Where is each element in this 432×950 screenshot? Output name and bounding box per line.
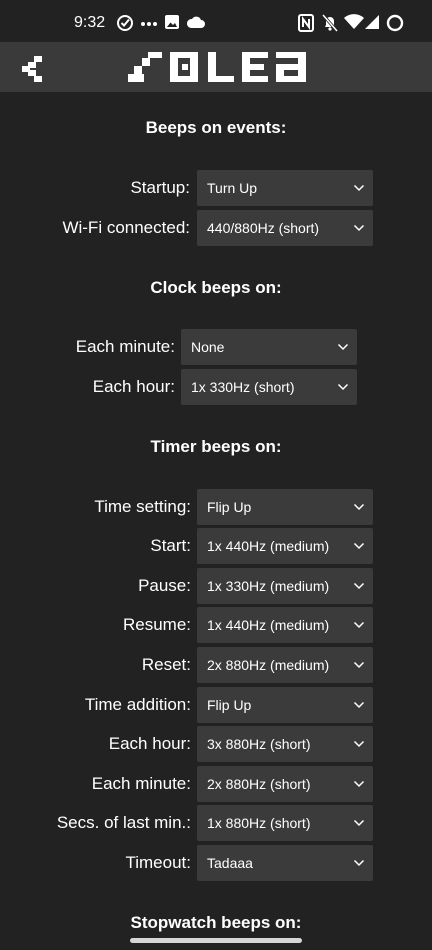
row-label: Time setting: bbox=[94, 497, 191, 516]
setting-row-start: Start: 1x 440Hz (medium) bbox=[0, 528, 432, 564]
timeout-select[interactable]: Tadaaa bbox=[197, 845, 373, 881]
section-title-clock: Clock beeps on: bbox=[150, 278, 282, 297]
select-value: 1x 330Hz (short) bbox=[191, 379, 295, 395]
back-chevron-icon[interactable] bbox=[18, 50, 58, 86]
row-label: Resume: bbox=[122, 615, 191, 634]
clock-each-hour-select[interactable]: 1x 330Hz (short) bbox=[181, 369, 357, 405]
row-label: Startup: bbox=[130, 178, 190, 197]
row-label: Timeout: bbox=[125, 853, 191, 872]
section-title-stopwatch: Stopwatch beeps on: bbox=[130, 913, 302, 932]
wifi-connected-select[interactable]: 440/880Hz (short) bbox=[197, 210, 373, 246]
section-title-timer: Timer beeps on: bbox=[150, 437, 282, 456]
select-value: 1x 440Hz (medium) bbox=[207, 617, 330, 633]
chevron-down-icon bbox=[353, 621, 365, 629]
select-value: 2x 880Hz (medium) bbox=[207, 657, 330, 673]
select-value: 440/880Hz (short) bbox=[207, 220, 320, 236]
image-icon bbox=[165, 15, 179, 29]
section-title-events: Beeps on events: bbox=[145, 118, 287, 137]
setting-row-reset: Reset: 2x 880Hz (medium) bbox=[0, 647, 432, 683]
start-select[interactable]: 1x 440Hz (medium) bbox=[197, 528, 373, 564]
row-label: Secs. of last min.: bbox=[56, 813, 191, 832]
chevron-down-icon bbox=[353, 184, 365, 192]
select-value: Flip Up bbox=[207, 499, 252, 515]
setting-row-pause: Pause: 1x 330Hz (medium) bbox=[0, 568, 432, 604]
chevron-down-icon bbox=[353, 503, 365, 511]
select-value: 1x 880Hz (short) bbox=[207, 815, 311, 831]
setting-row-clock-each-minute: Each minute: None bbox=[0, 329, 432, 365]
select-value: 2x 880Hz (short) bbox=[207, 776, 311, 792]
row-label: Wi-Fi connected: bbox=[62, 218, 190, 237]
row-label: Start: bbox=[150, 536, 191, 555]
row-label: Reset: bbox=[141, 655, 191, 674]
row-label: Each hour: bbox=[108, 734, 191, 753]
chevron-down-icon bbox=[353, 740, 365, 748]
chevron-down-icon bbox=[353, 661, 365, 669]
row-label: Each hour: bbox=[92, 377, 175, 396]
setting-row-time-addition: Time addition: Flip Up bbox=[0, 687, 432, 723]
app-logo bbox=[128, 52, 306, 82]
row-label: Each minute: bbox=[75, 337, 175, 356]
startup-select[interactable]: Turn Up bbox=[197, 170, 373, 206]
setting-row-startup: Startup: Turn Up bbox=[0, 170, 432, 206]
chevron-down-icon bbox=[353, 582, 365, 590]
time-setting-select[interactable]: Flip Up bbox=[197, 489, 373, 525]
time-addition-select[interactable]: Flip Up bbox=[197, 687, 373, 723]
setting-row-wifi-connected: Wi-Fi connected: 440/880Hz (short) bbox=[0, 210, 432, 246]
status-bar: 9:32 bbox=[0, 0, 432, 42]
clock-each-minute-select[interactable]: None bbox=[181, 329, 357, 365]
gesture-nav-handle[interactable] bbox=[130, 938, 302, 943]
chevron-down-icon bbox=[337, 343, 349, 351]
wifi-icon bbox=[344, 14, 364, 29]
chevron-down-icon bbox=[353, 224, 365, 232]
chevron-down-icon bbox=[353, 780, 365, 788]
setting-row-resume: Resume: 1x 440Hz (medium) bbox=[0, 607, 432, 643]
nfc-icon bbox=[298, 14, 314, 32]
chevron-down-icon bbox=[353, 859, 365, 867]
setting-row-secs-last-min: Secs. of last min.: 1x 880Hz (short) bbox=[0, 805, 432, 841]
setting-row-timer-each-minute: Each minute: 2x 880Hz (short) bbox=[0, 766, 432, 802]
pause-select[interactable]: 1x 330Hz (medium) bbox=[197, 568, 373, 604]
setting-row-timer-each-hour: Each hour: 3x 880Hz (short) bbox=[0, 726, 432, 762]
timer-each-minute-select[interactable]: 2x 880Hz (short) bbox=[197, 766, 373, 802]
select-value: Flip Up bbox=[207, 697, 252, 713]
row-label: Pause: bbox=[138, 576, 191, 595]
cloud-icon bbox=[186, 16, 205, 28]
status-time: 9:32 bbox=[74, 14, 106, 31]
app-bar bbox=[0, 42, 432, 92]
setting-row-clock-each-hour: Each hour: 1x 330Hz (short) bbox=[0, 369, 432, 405]
select-value: 1x 440Hz (medium) bbox=[207, 538, 330, 554]
more-dots-icon bbox=[141, 22, 157, 26]
row-label: Each minute: bbox=[91, 774, 191, 793]
bell-off-icon bbox=[322, 14, 338, 32]
row-label: Time addition: bbox=[84, 695, 191, 714]
resume-select[interactable]: 1x 440Hz (medium) bbox=[197, 607, 373, 643]
chevron-down-icon bbox=[337, 383, 349, 391]
battery-circle-icon bbox=[386, 14, 404, 32]
select-value: Tadaaa bbox=[207, 855, 253, 871]
select-value: None bbox=[191, 339, 225, 355]
select-value: 1x 330Hz (medium) bbox=[207, 578, 330, 594]
select-value: 3x 880Hz (short) bbox=[207, 736, 311, 752]
setting-row-time-setting: Time setting: Flip Up bbox=[0, 489, 432, 525]
timer-each-hour-select[interactable]: 3x 880Hz (short) bbox=[197, 726, 373, 762]
check-circle-icon bbox=[117, 15, 133, 31]
chevron-down-icon bbox=[353, 542, 365, 550]
signal-icon bbox=[365, 15, 379, 29]
chevron-down-icon bbox=[353, 701, 365, 709]
chevron-down-icon bbox=[353, 819, 365, 827]
select-value: Turn Up bbox=[207, 180, 258, 196]
secs-last-min-select[interactable]: 1x 880Hz (short) bbox=[197, 805, 373, 841]
reset-select[interactable]: 2x 880Hz (medium) bbox=[197, 647, 373, 683]
setting-row-timeout: Timeout: Tadaaa bbox=[0, 845, 432, 881]
